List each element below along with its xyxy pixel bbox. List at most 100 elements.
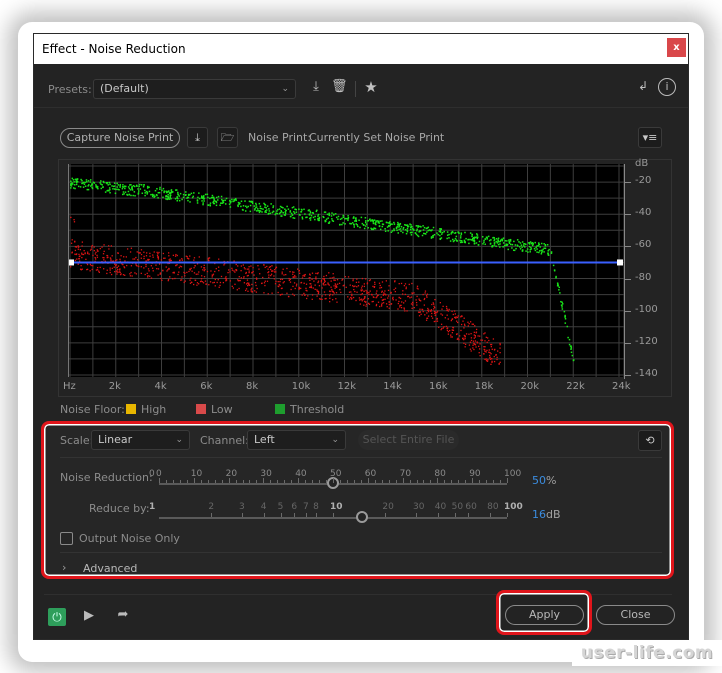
low-noise-point: [469, 321, 472, 323]
low-noise-point: [364, 295, 366, 298]
threshold-point: [277, 208, 279, 211]
low-noise-point: [302, 275, 304, 277]
close-button[interactable]: Close: [596, 605, 675, 625]
low-noise-point: [126, 264, 128, 267]
threshold-point: [526, 248, 529, 250]
low-noise-point: [294, 287, 296, 290]
threshold-point: [270, 203, 272, 205]
threshold-point: [112, 188, 114, 190]
low-noise-point: [470, 350, 472, 352]
low-noise-point: [271, 265, 273, 267]
threshold-point: [558, 286, 561, 289]
threshold-point: [323, 216, 325, 219]
threshold-point: [212, 196, 215, 199]
threshold-point: [134, 195, 136, 197]
capture-noise-print-button[interactable]: Capture Noise Print: [60, 128, 180, 148]
low-noise-point: [452, 313, 454, 316]
menu-icon[interactable]: ▾≡: [638, 127, 662, 148]
threshold-point: [317, 213, 320, 216]
threshold-point: [79, 186, 82, 188]
star-icon[interactable]: ★: [362, 78, 380, 96]
low-noise-point: [246, 275, 249, 277]
threshold-point: [471, 233, 473, 236]
threshold-point: [73, 181, 75, 183]
download-preset-icon[interactable]: ⤓: [307, 79, 325, 94]
low-noise-point: [432, 302, 434, 304]
low-noise-point: [306, 290, 308, 292]
low-noise-point: [324, 280, 326, 283]
threshold-point: [176, 199, 179, 202]
threshold-point: [151, 193, 154, 196]
low-noise-point: [267, 268, 269, 270]
low-noise-point: [353, 288, 355, 291]
threshold-point: [290, 212, 293, 215]
threshold-point: [499, 246, 501, 248]
threshold-point: [486, 238, 488, 240]
low-noise-point: [352, 279, 354, 282]
low-noise-point: [145, 260, 147, 262]
info-icon[interactable]: i: [658, 78, 676, 96]
low-noise-point: [240, 265, 242, 267]
threshold-point: [328, 221, 331, 223]
capture-download-icon[interactable]: ⤓: [187, 127, 208, 148]
threshold-point: [249, 204, 252, 207]
low-noise-point: [281, 273, 283, 275]
threshold-point: [100, 183, 102, 185]
threshold-point: [281, 206, 283, 209]
low-noise-point: [488, 354, 491, 357]
threshold-point: [396, 226, 399, 228]
low-noise-point: [309, 279, 311, 281]
low-noise-point: [98, 271, 101, 274]
threshold-point: [272, 206, 274, 209]
low-noise-point: [462, 320, 464, 322]
noise-floor-graph[interactable]: [68, 164, 624, 377]
threshold-point: [138, 185, 140, 188]
low-noise-point: [149, 255, 151, 257]
low-noise-point: [445, 325, 448, 328]
low-noise-point: [430, 309, 433, 311]
low-noise-point: [85, 258, 87, 260]
low-noise-point: [119, 269, 121, 271]
low-noise-point: [261, 282, 263, 284]
low-noise-point: [375, 296, 377, 299]
low-noise-point: [250, 265, 252, 267]
threshold-point: [353, 216, 355, 218]
low-noise-point: [169, 276, 171, 278]
low-noise-point: [317, 280, 320, 282]
low-noise-point: [275, 267, 277, 269]
low-noise-point: [185, 255, 187, 257]
folder-icon[interactable]: 🗁: [217, 127, 238, 148]
low-noise-point: [436, 320, 439, 322]
low-noise-point: [234, 271, 236, 273]
low-noise-point: [455, 320, 458, 322]
close-window-button[interactable]: x: [667, 38, 686, 57]
threshold-point: [355, 219, 358, 221]
low-noise-point: [426, 296, 428, 298]
low-noise-point: [193, 283, 195, 286]
low-noise-point: [244, 268, 246, 270]
low-noise-point: [131, 275, 133, 277]
routing-icon[interactable]: ↲: [635, 79, 651, 93]
low-noise-point: [333, 285, 335, 287]
low-noise-point: [427, 315, 430, 317]
threshold-point: [446, 234, 449, 236]
low-noise-point: [474, 334, 477, 337]
low-noise-point: [157, 274, 159, 276]
threshold-point: [341, 223, 343, 226]
threshold-point: [402, 226, 405, 229]
threshold-point: [328, 212, 330, 215]
low-noise-point: [470, 337, 473, 339]
low-noise-point: [331, 277, 333, 279]
power-icon[interactable]: ⏻: [48, 608, 66, 626]
low-noise-point: [156, 268, 158, 270]
low-noise-point: [216, 281, 218, 284]
play-icon[interactable]: ▶: [82, 608, 96, 623]
low-noise-point: [363, 285, 366, 288]
export-icon[interactable]: ➦: [114, 607, 132, 622]
low-noise-point: [167, 252, 170, 254]
threshold-point: [564, 314, 566, 317]
trash-icon[interactable]: 🗑: [331, 79, 348, 94]
presets-dropdown[interactable]: (Default) ⌄: [93, 79, 296, 99]
threshold-point: [284, 208, 286, 210]
low-noise-point: [184, 280, 186, 282]
